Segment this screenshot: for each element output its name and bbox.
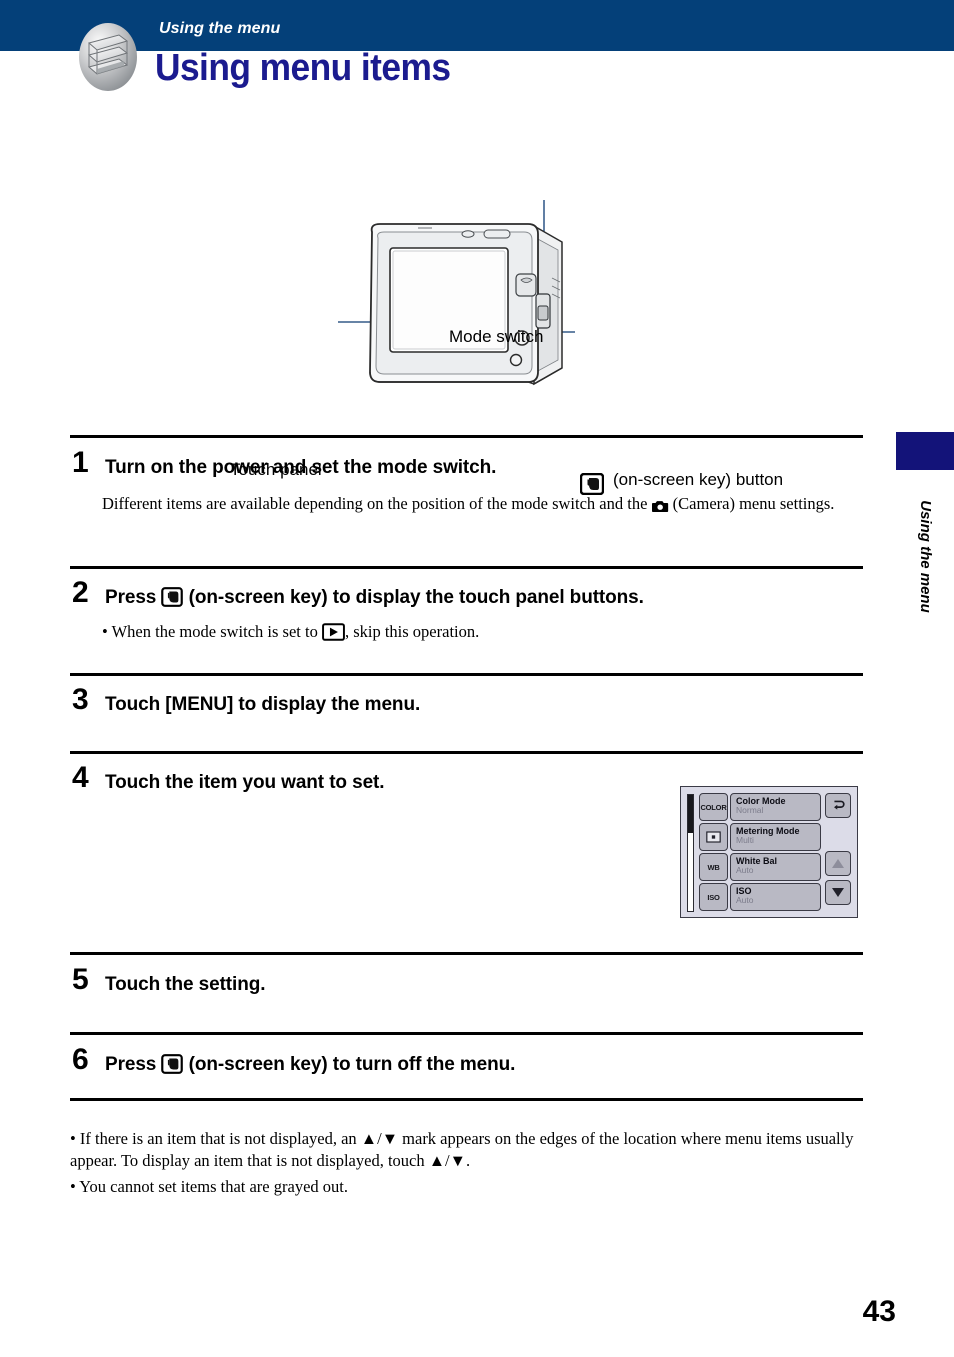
page-number: 43 — [862, 1295, 896, 1328]
step-number-5: 5 — [72, 963, 89, 996]
camera-icon — [651, 497, 669, 519]
spot-metering-icon — [699, 823, 728, 851]
step-2-bullet-text-a: • When the mode switch is set to — [102, 622, 322, 641]
step-number-4: 4 — [72, 761, 89, 794]
on-screen-key-icon — [161, 1054, 184, 1080]
menu-scrollbar-thumb[interactable] — [688, 795, 693, 834]
menu-row[interactable]: Metering Mode Multi — [699, 823, 821, 851]
menu-row-list: COLOR Color Mode Normal Metering Mode Mu… — [699, 793, 821, 913]
divider — [70, 751, 863, 754]
step-heading-2: Press (on-screen key) to display the tou… — [105, 587, 644, 613]
menu-row[interactable]: COLOR Color Mode Normal — [699, 793, 821, 821]
divider — [70, 1032, 863, 1035]
on-screen-key-icon — [161, 587, 184, 613]
menu-row[interactable]: ISO ISO Auto — [699, 883, 821, 911]
menu-item-value: Auto — [736, 895, 754, 906]
playback-icon — [322, 623, 345, 647]
return-button[interactable] — [825, 793, 851, 818]
step-body-1-text-b: (Camera) menu settings. — [668, 494, 835, 513]
camera-figure: Mode switch Touch panel (on-screen key) … — [0, 150, 954, 496]
menu-item-value: Multi — [736, 835, 754, 846]
step-heading-2-text-a: Press — [105, 587, 162, 608]
step-heading-6-text-b: (on-screen key) to turn off the menu. — [183, 1054, 516, 1075]
step-number-1: 1 — [72, 446, 89, 479]
step-heading-6: Press (on-screen key) to turn off the me… — [105, 1054, 515, 1080]
divider — [70, 673, 863, 676]
menu-side-buttons — [825, 793, 851, 905]
step-heading-6-text-a: Press — [105, 1054, 162, 1075]
triangle-up-icon — [832, 859, 844, 868]
menu-row[interactable]: WB White Bal Auto — [699, 853, 821, 881]
step-heading-2-text-b: (on-screen key) to display the touch pan… — [183, 587, 644, 608]
on-screen-key-icon — [579, 472, 605, 496]
side-tab-block — [896, 432, 954, 470]
divider — [70, 435, 863, 438]
side-tab-label: Using the menu — [916, 500, 934, 613]
iso-badge: ISO — [699, 883, 728, 911]
white-balance-badge: WB — [699, 853, 728, 881]
menu-item-value: Auto — [736, 865, 754, 876]
figure-label-on-screen-key: (on-screen key) button — [613, 470, 784, 489]
manual-page: Using the menu Using menu items Mode swi… — [0, 0, 954, 1357]
page-title: Using menu items — [155, 47, 451, 89]
step-number-3: 3 — [72, 683, 89, 716]
step-2-bullet-text-b: , skip this operation. — [344, 622, 480, 641]
color-mode-badge: COLOR — [699, 793, 728, 821]
step-heading-3: Touch [MENU] to display the menu. — [105, 694, 421, 715]
menu-screenshot: COLOR Color Mode Normal Metering Mode Mu… — [680, 786, 858, 918]
step-heading-1: Turn on the power and set the mode switc… — [105, 457, 497, 478]
figure-label-mode-switch: Mode switch — [449, 327, 544, 346]
step-body-1: Different items are available depending … — [102, 493, 862, 519]
menu-item-metering-mode[interactable]: Metering Mode Multi — [730, 823, 821, 851]
scroll-up-button[interactable] — [825, 851, 851, 876]
divider — [70, 566, 863, 569]
menu-item-iso[interactable]: ISO Auto — [730, 883, 821, 911]
note-item: • You cannot set items that are grayed o… — [70, 1177, 348, 1196]
note-item: • If there is an item that is not displa… — [70, 1129, 854, 1171]
divider — [70, 1098, 863, 1101]
scroll-down-button[interactable] — [825, 880, 851, 905]
step-number-6: 6 — [72, 1043, 89, 1076]
header-eyebrow: Using the menu — [159, 20, 281, 37]
menu-item-color-mode[interactable]: Color Mode Normal — [730, 793, 821, 821]
triangle-down-icon — [832, 888, 844, 897]
step-heading-4: Touch the item you want to set. — [105, 772, 385, 793]
menu-pages-icon — [72, 21, 144, 93]
menu-scrollbar[interactable] — [687, 794, 694, 912]
divider — [70, 952, 863, 955]
menu-item-white-bal[interactable]: White Bal Auto — [730, 853, 821, 881]
step-body-1-text-a: Different items are available depending … — [102, 494, 652, 513]
side-tab: Using the menu — [896, 478, 954, 658]
step-heading-5: Touch the setting. — [105, 974, 266, 995]
menu-item-value: Normal — [736, 805, 764, 816]
step-number-2: 2 — [72, 576, 89, 609]
step-2-bullet: • When the mode switch is set to , skip … — [102, 621, 862, 647]
